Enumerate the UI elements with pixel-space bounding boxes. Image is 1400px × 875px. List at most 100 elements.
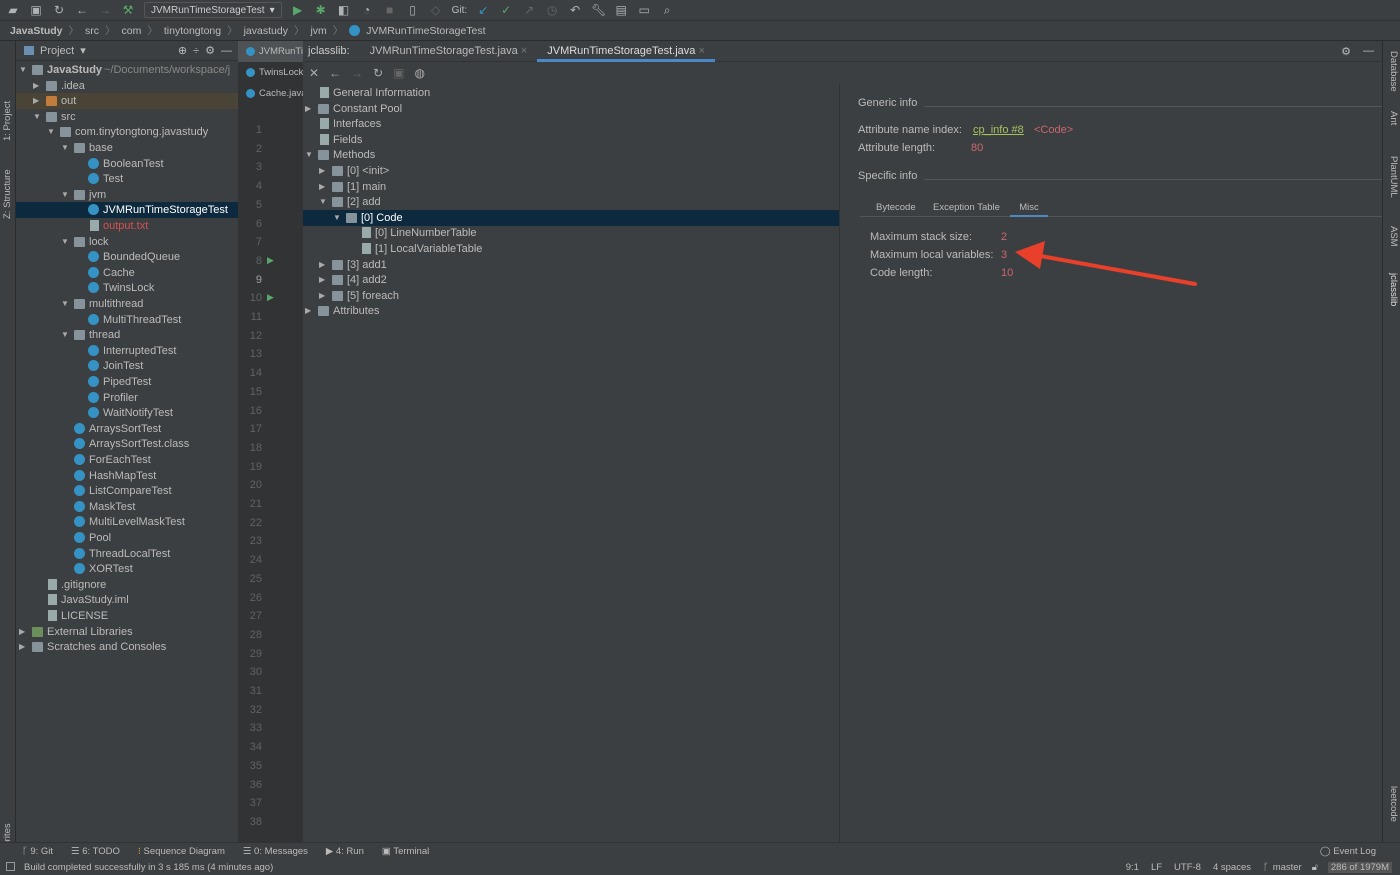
tree-item[interactable]: ThreadLocalTest [16,546,238,562]
expanded-arrow-icon[interactable]: ▼ [61,296,69,312]
stop-icon[interactable]: ■ [383,3,397,17]
back-icon[interactable]: ← [75,3,89,17]
tree-item[interactable]: ▶ External Libraries [16,624,238,640]
tree-item[interactable]: ▶ Scratches and Consoles [16,639,238,655]
tree-item[interactable]: ▼ thread [16,327,238,343]
tree-item[interactable]: PipedTest [16,374,238,390]
tree-item[interactable]: MultiLevelMaskTest [16,514,238,530]
jclasslib-tab-active[interactable]: JVMRunTimeStorageTest.java × [537,41,715,62]
structure-tool-tab[interactable]: Z: Structure [2,169,13,219]
tool-tab-ant[interactable]: Ant [1388,111,1399,125]
line-separator[interactable]: LF [1151,862,1162,873]
expanded-arrow-icon[interactable]: ▼ [319,194,327,210]
breadcrumb-item[interactable]: com [122,25,142,37]
collapsed-arrow-icon[interactable]: ▶ [305,303,311,319]
tree-item[interactable]: Test [16,171,238,187]
attach-icon[interactable]: ◇ [429,3,443,17]
run-config-select[interactable]: JVMRunTimeStorageTest ▾ [144,2,282,18]
editor-tab[interactable]: JVMRunTi [238,41,303,62]
reload-icon[interactable]: ↻ [373,66,383,80]
search-icon[interactable]: ⌕ [660,3,674,18]
tree-item[interactable]: XORTest [16,561,238,577]
tool-tab-asm[interactable]: ASM [1388,226,1399,247]
open-icon[interactable]: ▰ [6,3,20,17]
gear-icon[interactable]: ⚙ [1341,45,1351,58]
web-icon[interactable]: ◍ [414,66,424,80]
collapsed-arrow-icon[interactable]: ▶ [19,639,25,655]
tree-item[interactable]: MultiThreadTest [16,312,238,328]
settings-wrench-icon[interactable]: 🔧︎ [591,3,606,17]
tree-item[interactable]: ▶ out [16,93,238,110]
collapsed-arrow-icon[interactable]: ▶ [305,101,311,117]
tree-item[interactable]: ▶ Attributes [303,303,839,319]
gear-icon[interactable]: ⚙ [205,44,215,57]
tree-item[interactable]: ▼ src [16,109,238,125]
indent[interactable]: 4 spaces [1213,862,1251,873]
tree-item[interactable]: InterruptedTest [16,343,238,359]
collapsed-arrow-icon[interactable]: ▶ [33,93,39,109]
terminal-window-icon[interactable]: ▭ [637,3,651,17]
tree-item[interactable]: Interfaces [303,116,839,132]
caret-position[interactable]: 9:1 [1126,862,1139,873]
tree-item[interactable]: ▶ [0] <init> [303,163,839,179]
tree-item[interactable]: ArraysSortTest.class [16,436,238,452]
chevron-down-icon[interactable]: ▾ [80,44,86,57]
collapsed-arrow-icon[interactable]: ▶ [319,272,325,288]
git-update-icon[interactable]: ↙ [476,3,490,17]
tree-item[interactable]: ▶ .idea [16,78,238,94]
tree-item[interactable]: TwinsLock [16,280,238,296]
tree-item[interactable]: Pool [16,530,238,546]
run-icon[interactable]: ▶ [291,3,305,17]
collapsed-arrow-icon[interactable]: ▶ [33,78,39,94]
tree-item[interactable]: JavaStudy.iml [16,592,238,608]
tree-item[interactable]: ▶ [5] foreach [303,288,839,304]
debug-icon[interactable]: ✱ [314,3,328,17]
tab-misc[interactable]: Misc [1010,202,1048,217]
collapsed-arrow-icon[interactable]: ▶ [319,163,325,179]
revert-icon[interactable]: ↶ [568,3,582,17]
device-icon[interactable]: ▯ [406,3,420,17]
event-log-button[interactable]: ◯ Event Log [1320,846,1376,857]
project-structure-icon[interactable]: ▤ [614,3,628,17]
expanded-arrow-icon[interactable]: ▼ [61,234,69,250]
collapsed-arrow-icon[interactable]: ▶ [319,257,325,273]
expanded-arrow-icon[interactable]: ▼ [61,327,69,343]
profile-icon[interactable]: ◔ [360,3,374,17]
lock-icon[interactable]: 🔓︎ [1312,862,1318,873]
git-commit-icon[interactable]: ✓ [499,3,513,17]
tree-item[interactable]: LICENSE [16,608,238,624]
tree-item[interactable]: ArraysSortTest [16,421,238,437]
jclasslib-tab[interactable]: JVMRunTimeStorageTest.java × [360,41,538,62]
save-icon[interactable]: ▣ [29,3,43,17]
expanded-arrow-icon[interactable]: ▼ [19,62,27,78]
breadcrumb-item[interactable]: jvm [310,25,326,37]
tree-item[interactable]: HashMapTest [16,468,238,484]
forward-icon[interactable]: → [98,3,112,17]
locate-icon[interactable]: ⊕ [178,44,187,57]
tree-item[interactable]: General Information [303,85,839,101]
editor-tab[interactable]: TwinsLock [238,62,303,83]
collapse-all-icon[interactable]: ÷ [193,45,199,57]
tree-item[interactable]: ▼ JavaStudy ~/Documents/workspace/j [16,62,238,78]
cp-info-link[interactable]: cp_info #8 [973,124,1024,136]
minimize-icon[interactable]: — [221,45,232,57]
tool-window-todo[interactable]: ☰ 6: TODO [71,846,120,857]
tool-tab-jclasslib[interactable]: jclasslib [1388,273,1399,306]
project-view-select[interactable]: Project [40,45,74,57]
status-toggle-icon[interactable] [6,862,15,871]
tree-item[interactable]: ▼ multithread [16,296,238,312]
tree-item[interactable]: [1] LocalVariableTable [303,241,839,257]
project-tool-tab[interactable]: 1: Project [2,101,13,141]
expanded-arrow-icon[interactable]: ▼ [61,140,69,156]
breadcrumb-item[interactable]: tinytongtong [164,25,221,37]
tree-item[interactable]: JoinTest [16,358,238,374]
sync-icon[interactable]: ↻ [52,3,66,17]
minimize-icon[interactable]: — [1363,45,1374,57]
tree-item[interactable]: ▼ Methods [303,147,839,163]
tool-window-git-tool[interactable]: ᚴ 9: Git [22,846,53,857]
tree-item[interactable]: ListCompareTest [16,483,238,499]
tree-item[interactable]: BooleanTest [16,156,238,172]
tree-item[interactable]: ▼ [0] Code [303,209,839,226]
save-icon[interactable]: ▣ [393,66,404,80]
git-push-icon[interactable]: ↗ [522,3,536,17]
